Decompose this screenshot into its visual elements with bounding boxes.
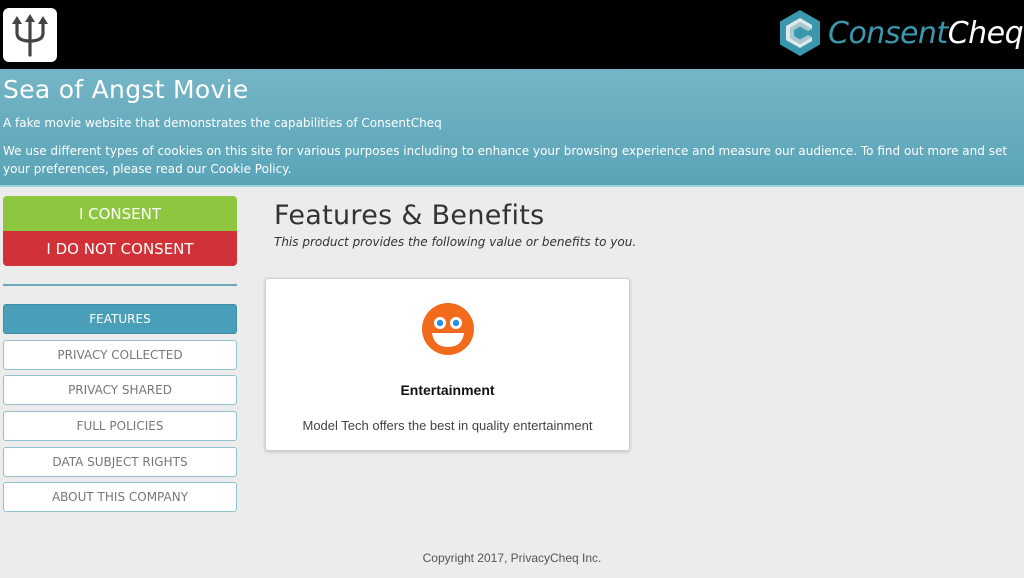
sidebar-divider — [3, 284, 237, 286]
site-subtitle: A fake movie website that demonstrates t… — [3, 116, 442, 130]
brand-name-part1: Consent — [828, 15, 948, 51]
cookie-notice: We use different types of cookies on thi… — [3, 144, 1008, 176]
benefit-card: Entertainment Model Tech offers the best… — [265, 278, 630, 451]
nav-item-features[interactable]: FEATURES — [3, 304, 237, 334]
footer-copyright: Copyright 2017, PrivacyCheq Inc. — [422, 551, 602, 565]
sidebar-nav: FEATURES PRIVACY COLLECTED PRIVACY SHARE… — [3, 304, 237, 513]
nav-item-privacy-collected[interactable]: PRIVACY COLLECTED — [3, 339, 237, 370]
consentcheq-hexagon-logo-icon — [780, 10, 820, 56]
grinning-face-icon — [422, 303, 474, 355]
site-logo[interactable] — [3, 8, 57, 62]
do-not-consent-button[interactable]: I DO NOT CONSENT — [3, 231, 237, 266]
page-title: Features & Benefits — [274, 200, 545, 231]
page-intro: This product provides the following valu… — [274, 235, 637, 249]
consent-button[interactable]: I CONSENT — [3, 196, 237, 231]
nav-item-full-policies[interactable]: FULL POLICIES — [3, 411, 237, 442]
benefit-title: Entertainment — [400, 382, 495, 398]
main-content: Features & Benefits This product provide… — [274, 200, 636, 249]
nav-item-privacy-shared[interactable]: PRIVACY SHARED — [3, 375, 237, 406]
nav-item-about-this-company[interactable]: ABOUT THIS COMPANY — [3, 482, 237, 513]
hero-banner: Sea of Angst Movie A fake movie website … — [0, 69, 1024, 187]
nav-item-data-subject-rights[interactable]: DATA SUBJECT RIGHTS — [3, 446, 237, 477]
brand-name-part2: Cheq — [947, 15, 1024, 51]
sidebar: I CONSENT I DO NOT CONSENT FEATURES PRIV… — [3, 196, 237, 518]
trident-icon — [12, 14, 48, 57]
consentcheq-brand[interactable]: ConsentCheq — [778, 8, 1024, 58]
site-title: Sea of Angst Movie — [3, 75, 249, 104]
benefit-description: Model Tech offers the best in quality en… — [302, 418, 593, 433]
top-bar: ConsentCheq — [0, 0, 1024, 69]
